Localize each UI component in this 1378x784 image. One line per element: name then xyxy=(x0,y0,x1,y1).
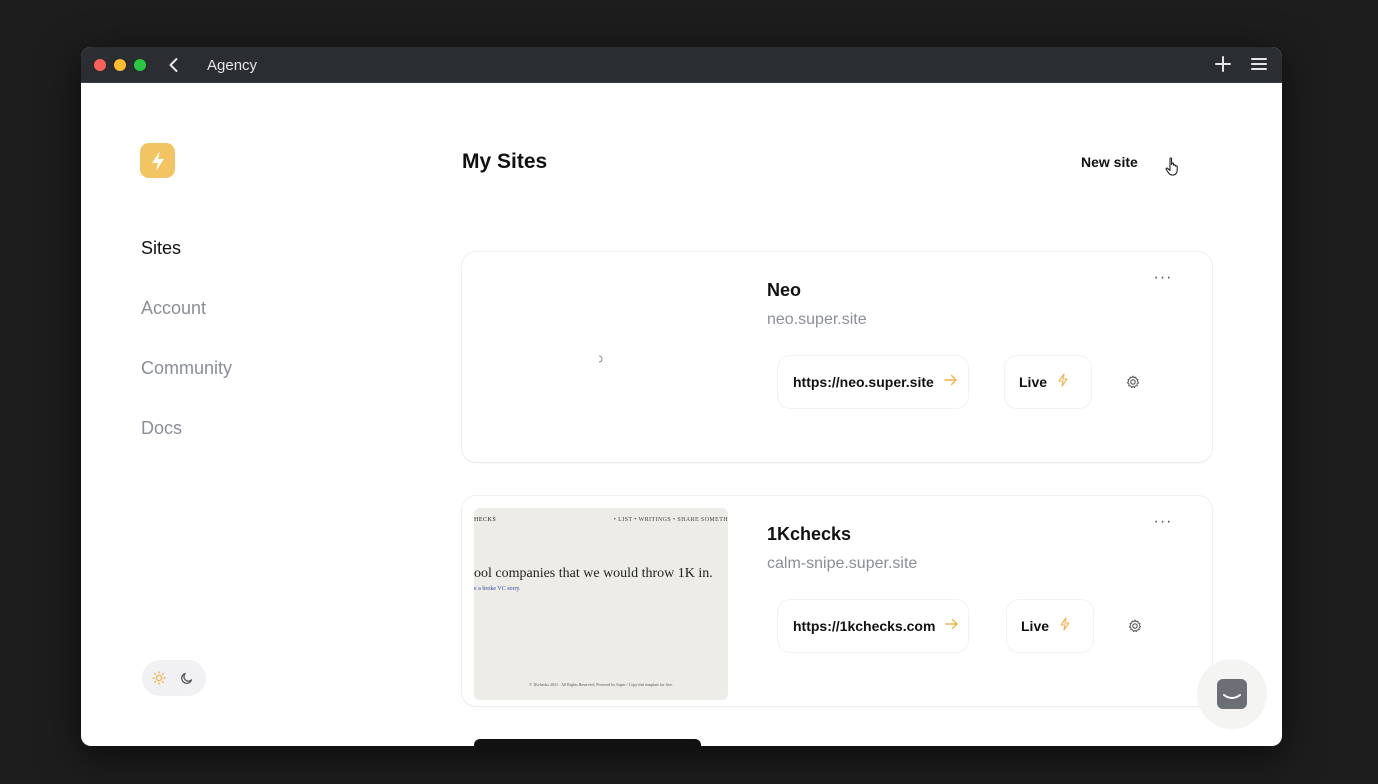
site-name: Neo xyxy=(767,280,802,300)
app-window: Agency Sites Account Community Docs My S… xyxy=(81,47,1282,746)
lightning-icon xyxy=(1057,372,1069,392)
site-thumbnail-loading[interactable] xyxy=(474,264,728,456)
site-card-neo: Neo neo.super.site ··· https://neo.super… xyxy=(462,252,1212,462)
moon-icon[interactable] xyxy=(175,666,199,690)
site-card-1kchecks: HECKS • LIST • WRITINGS • SHARE SOMETH o… xyxy=(462,496,1212,706)
next-site-thumbnail-edge xyxy=(474,739,701,746)
back-chevron-icon[interactable] xyxy=(165,56,183,74)
site-url-link[interactable]: https://neo.super.site xyxy=(778,356,968,408)
thumbnail-subline: e a broke VC sorry. xyxy=(474,586,521,592)
chat-icon xyxy=(1217,679,1247,709)
page-title: My Sites xyxy=(462,150,548,173)
site-url: https://neo.super.site xyxy=(793,374,934,390)
more-options-button[interactable]: ··· xyxy=(1143,258,1183,298)
site-status-live[interactable]: Live xyxy=(1007,600,1093,652)
site-status-live[interactable]: Live xyxy=(1005,356,1091,408)
sidebar: Sites Account Community Docs xyxy=(81,83,411,746)
pointer-cursor-icon xyxy=(1165,157,1181,182)
lightning-logo-icon[interactable] xyxy=(140,143,175,178)
plus-icon[interactable] xyxy=(1214,55,1232,73)
status-label: Live xyxy=(1019,374,1048,390)
arrow-right-icon xyxy=(944,373,958,391)
sidebar-item-community[interactable]: Community xyxy=(141,358,232,379)
site-domain: calm-snipe.super.site xyxy=(767,555,918,572)
theme-toggle xyxy=(142,660,206,696)
more-options-button[interactable]: ··· xyxy=(1143,502,1183,542)
thumbnail-nav: • LIST • WRITINGS • SHARE SOMETH xyxy=(613,517,728,523)
sidebar-item-account[interactable]: Account xyxy=(141,298,206,319)
site-domain: neo.super.site xyxy=(767,311,867,328)
settings-gear-icon[interactable] xyxy=(1115,606,1155,646)
minimize-window-button[interactable] xyxy=(114,59,126,71)
title-bar: Agency xyxy=(81,47,1282,83)
site-thumbnail[interactable]: HECKS • LIST • WRITINGS • SHARE SOMETH o… xyxy=(474,508,728,700)
hamburger-menu-icon[interactable] xyxy=(1250,55,1268,73)
sidebar-item-docs[interactable]: Docs xyxy=(141,418,182,439)
sidebar-item-sites[interactable]: Sites xyxy=(141,238,181,259)
site-url: https://1kchecks.com xyxy=(793,618,936,634)
site-name: 1Kchecks xyxy=(767,524,852,544)
arrow-right-icon xyxy=(945,617,959,635)
lightning-icon xyxy=(1059,616,1071,636)
sun-icon[interactable] xyxy=(147,666,171,690)
thumbnail-footer: © 1Kchecks 2021 · All Rights Reserved | … xyxy=(529,682,673,687)
maximize-window-button[interactable] xyxy=(134,59,146,71)
thumbnail-headline: ool companies that we would throw 1K in. xyxy=(474,566,713,581)
window-title: Agency xyxy=(207,57,258,74)
settings-gear-icon[interactable] xyxy=(1113,362,1153,402)
close-window-button[interactable] xyxy=(94,59,106,71)
thumbnail-brand: HECKS xyxy=(474,517,497,523)
status-label: Live xyxy=(1021,618,1050,634)
site-url-link[interactable]: https://1kchecks.com xyxy=(778,600,968,652)
chat-support-button[interactable] xyxy=(1197,659,1267,729)
